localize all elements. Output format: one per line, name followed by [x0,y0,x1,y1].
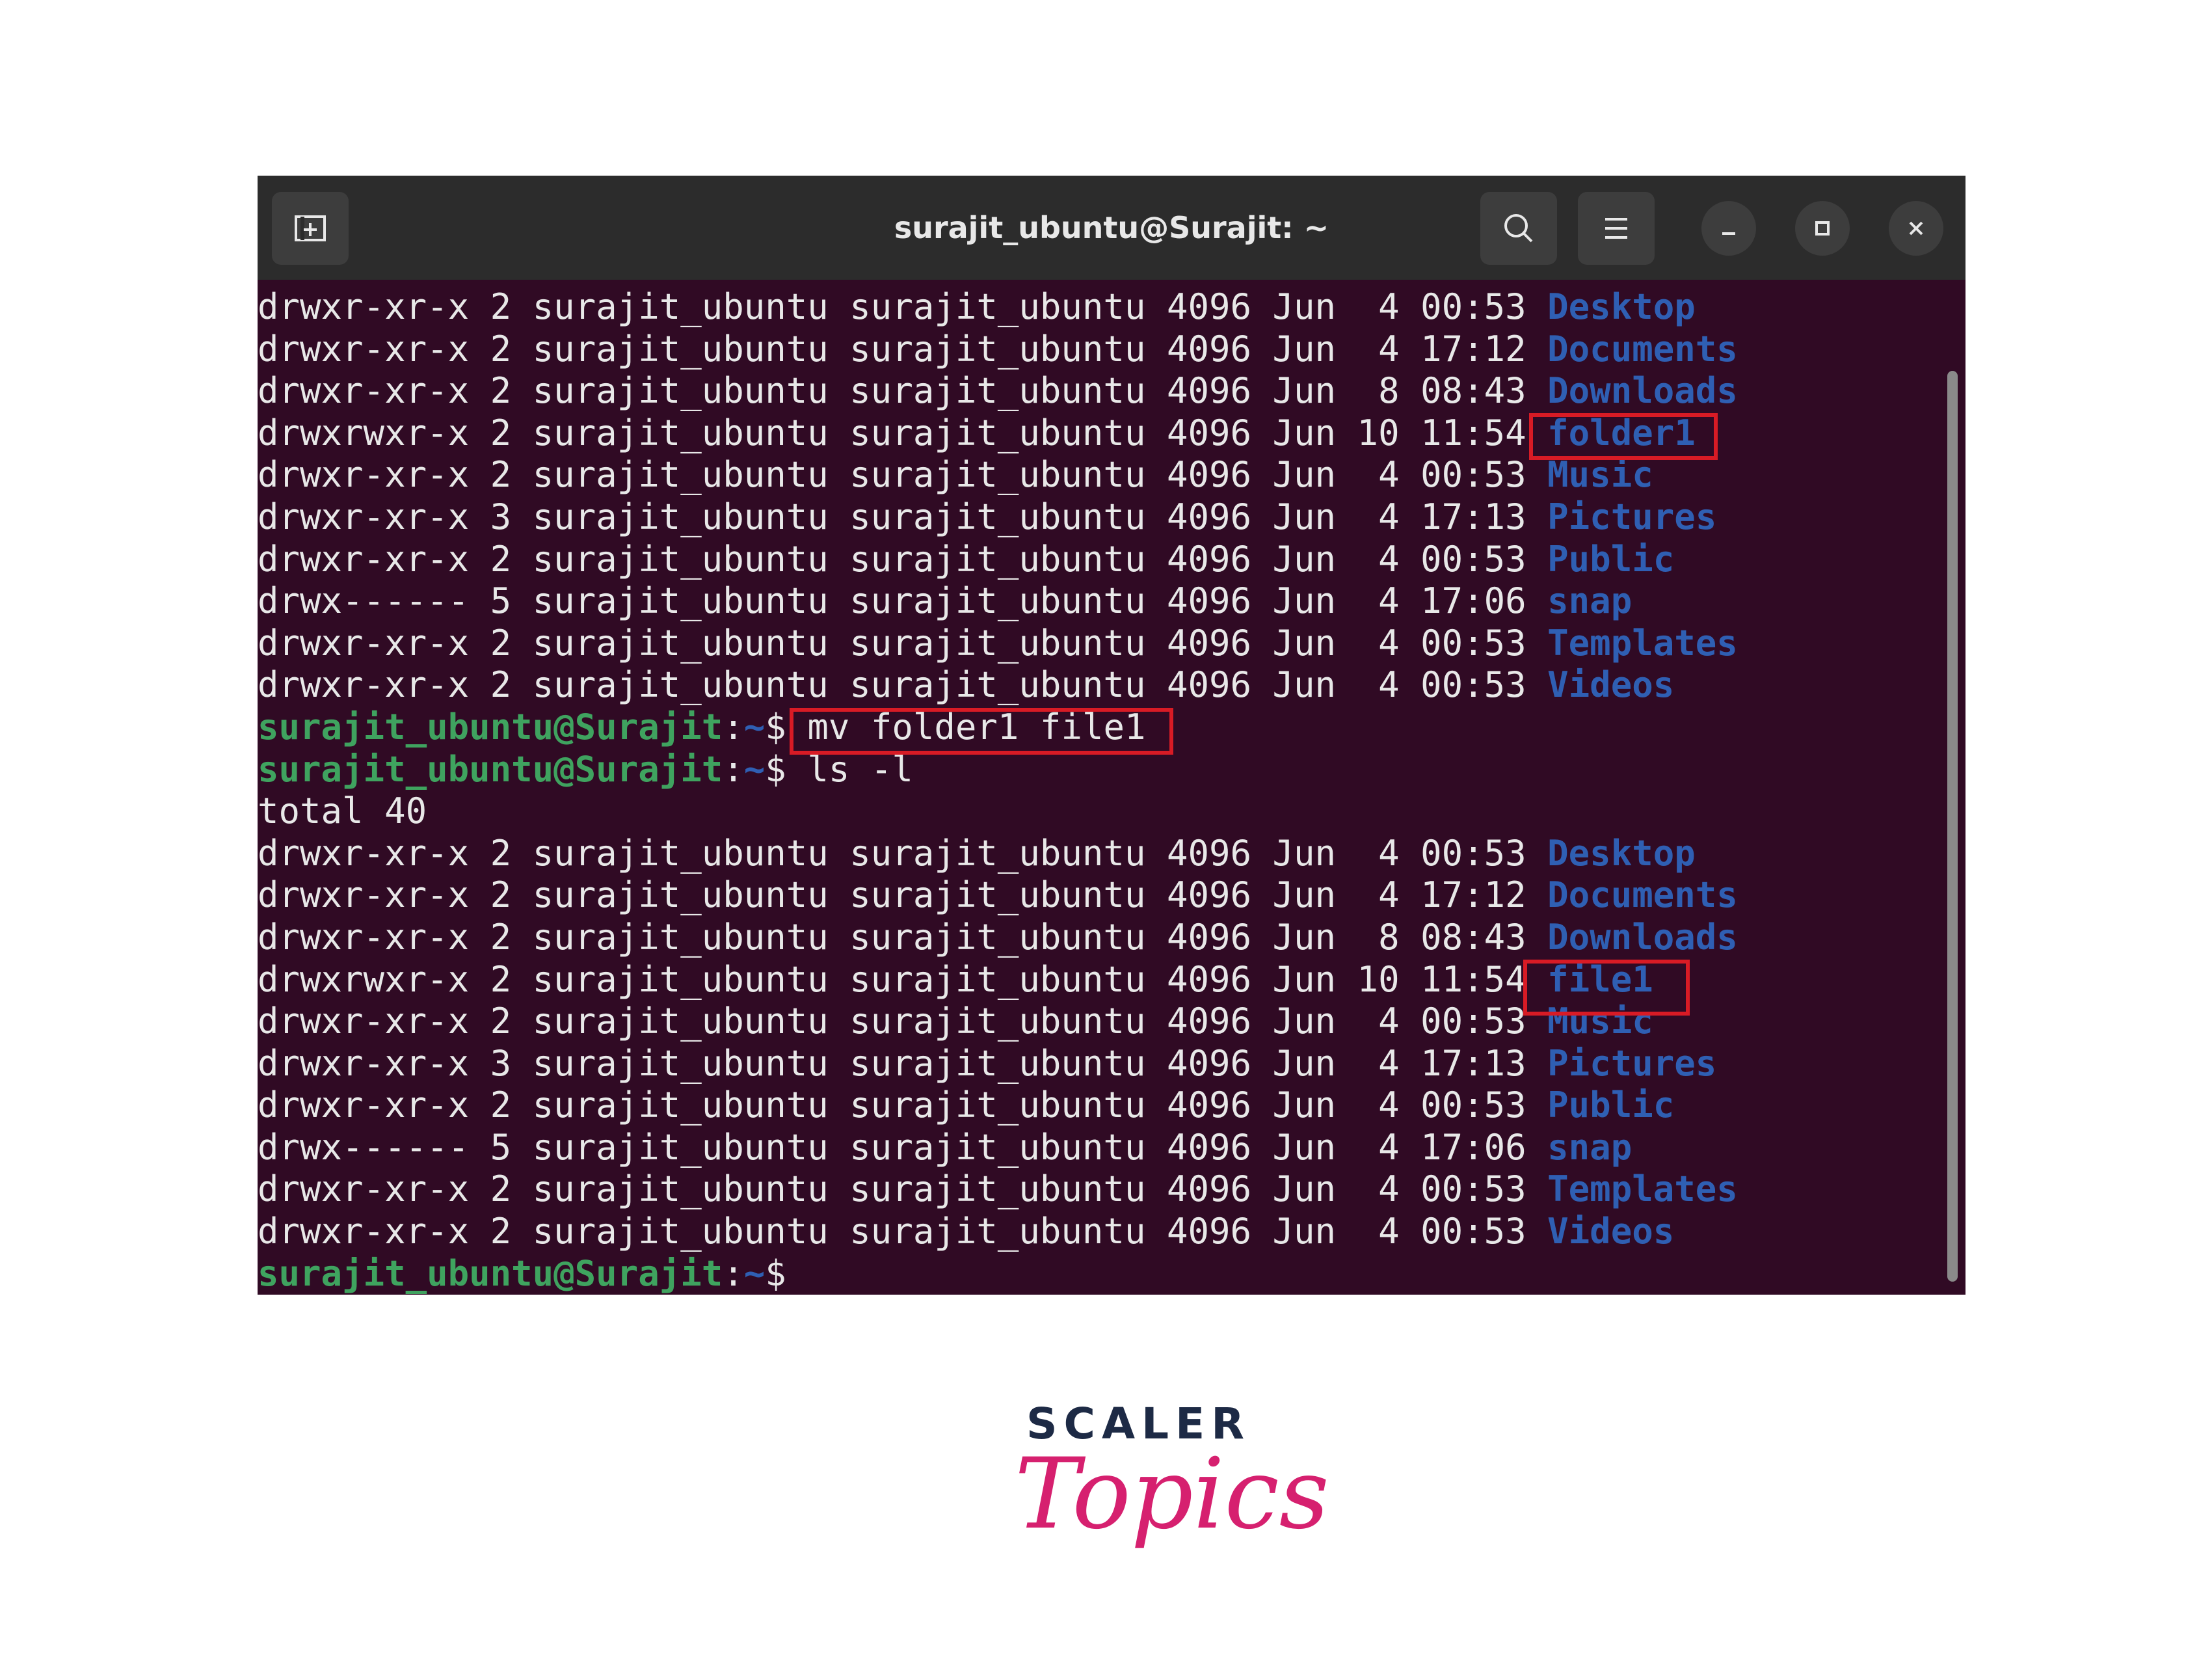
logo-text-topics: Topics [1015,1438,1329,1551]
listing-row: drwxr-xr-x 2 surajit_ubuntu surajit_ubun… [258,664,1675,706]
highlight-mv-command-box [790,708,1173,755]
search-button[interactable] [1480,192,1557,265]
menu-button[interactable] [1578,192,1655,265]
hamburger-menu-icon [1605,218,1627,239]
search-icon [1504,214,1533,243]
listing-row: drwxr-xr-x 2 surajit_ubuntu surajit_ubun… [258,622,1738,664]
listing-row: drwx------ 5 surajit_ubuntu surajit_ubun… [258,1126,1632,1168]
maximize-button[interactable] [1795,201,1850,256]
listing-row: drwxr-xr-x 2 surajit_ubuntu surajit_ubun… [258,1085,1675,1126]
prompt-line-ls: surajit_ubuntu@Surajit:~$ ls -l [258,748,913,790]
listing-row: drwxr-xr-x 2 surajit_ubuntu surajit_ubun… [258,328,1738,370]
listing-row: drwxr-xr-x 2 surajit_ubuntu surajit_ubun… [258,370,1738,412]
highlight-file1-box [1523,960,1690,1016]
listing-row: drwxr-xr-x 2 surajit_ubuntu surajit_ubun… [258,1211,1675,1252]
listing-row: drwxr-xr-x 2 surajit_ubuntu surajit_ubun… [258,454,1653,496]
listing-row: drwxr-xr-x 2 surajit_ubuntu surajit_ubun… [258,874,1738,916]
title-bar: surajit_ubuntu@Surajit: ~ [258,176,1965,280]
listing-row: drwxr-xr-x 2 surajit_ubuntu surajit_ubun… [258,916,1738,958]
listing-row: drwxr-xr-x 3 surajit_ubuntu surajit_ubun… [258,496,1717,537]
close-icon [1909,221,1923,236]
listing-row: drwxr-xr-x 2 surajit_ubuntu surajit_ubun… [258,1168,1738,1210]
terminal-scrollbar[interactable] [1947,371,1958,1282]
terminal-window: surajit_ubuntu@Surajit: ~ drwxr-xr-x 2 s… [258,176,1965,1295]
scaler-topics-logo: SCALER Topics [1015,1399,1329,1568]
prompt-line-final: surajit_ubuntu@Surajit:~$ [258,1252,786,1294]
close-button[interactable] [1889,201,1943,256]
listing-row: drwxr-xr-x 2 surajit_ubuntu surajit_ubun… [258,538,1675,580]
listing-row: drwx------ 5 surajit_ubuntu surajit_ubun… [258,580,1632,622]
total-line: total 40 [258,790,427,832]
new-tab-icon [295,215,326,241]
new-tab-button[interactable] [272,192,349,265]
listing-row: drwxr-xr-x 2 surajit_ubuntu surajit_ubun… [258,832,1696,874]
listing-row: drwxr-xr-x 3 surajit_ubuntu surajit_ubun… [258,1042,1717,1084]
maximize-icon [1815,221,1830,236]
minimize-button[interactable] [1701,201,1756,256]
listing-row: drwxr-xr-x 2 surajit_ubuntu surajit_ubun… [258,286,1696,327]
minimize-icon [1722,232,1735,235]
highlight-folder1-box [1529,413,1718,460]
